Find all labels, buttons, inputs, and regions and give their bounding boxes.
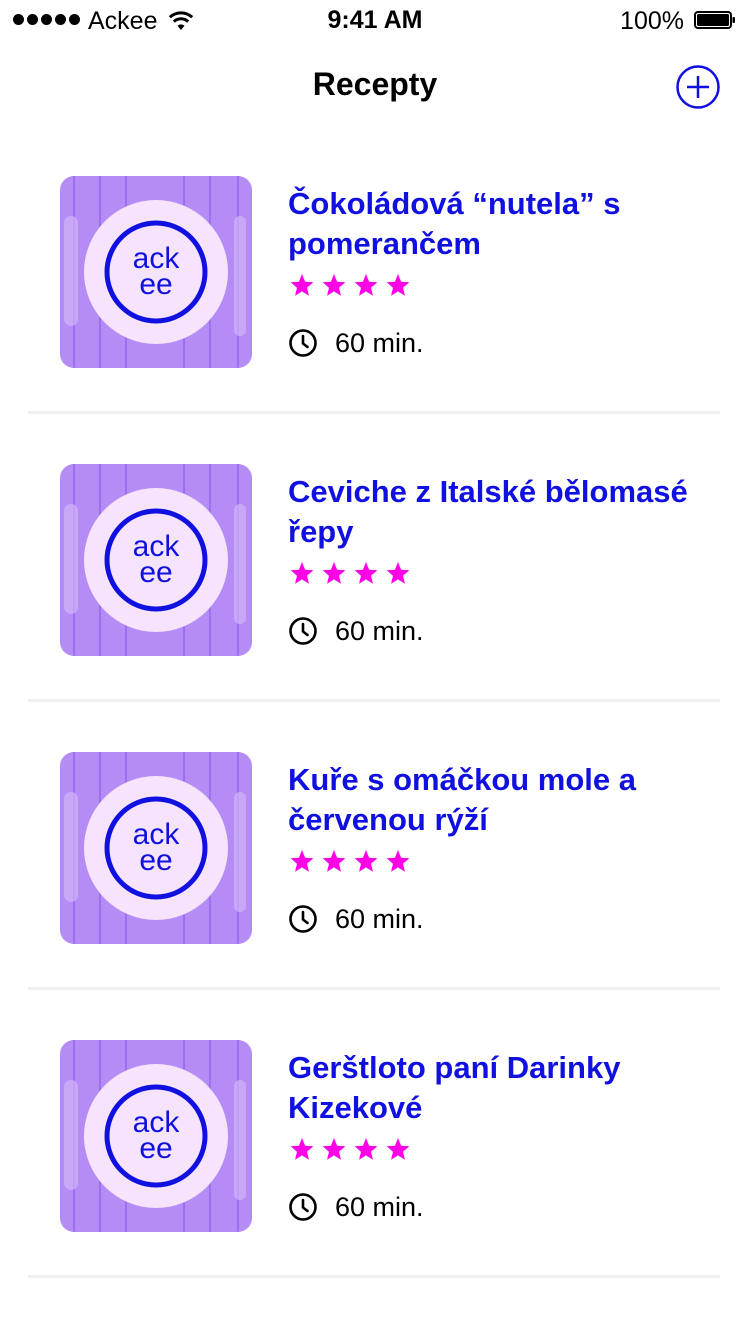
star-icon	[322, 562, 346, 584]
star-icon	[290, 274, 314, 296]
svg-text:ee: ee	[139, 844, 172, 877]
recipe-rating	[290, 273, 410, 297]
star-icon	[322, 1138, 346, 1160]
star-icon	[354, 1138, 378, 1160]
row-divider	[28, 987, 720, 990]
clock-icon	[289, 1193, 317, 1221]
recipe-duration: 60 min.	[288, 615, 424, 647]
star-icon	[386, 274, 410, 296]
recipe-row[interactable]: ack ee Kuře s omáčkou mole a červenou rý…	[0, 752, 750, 1040]
add-recipe-button[interactable]	[676, 65, 720, 109]
recipe-row[interactable]: ack ee Čokoládová “nutela” s pomerančem …	[0, 176, 750, 464]
recipe-thumbnail: ack ee	[60, 1040, 252, 1232]
star-icon	[290, 1138, 314, 1160]
star-icon	[290, 562, 314, 584]
recipe-title[interactable]: Gerštloto paní Darinky Kizekové	[288, 1048, 708, 1128]
star-icon	[322, 274, 346, 296]
duration-text: 60 min.	[335, 904, 424, 934]
status-bar: Ackee 9:41 AM 100%	[0, 0, 750, 40]
recipe-duration: 60 min.	[288, 1191, 424, 1223]
recipe-row[interactable]: ack ee Ceviche z Italské bělomasé řepy 6…	[0, 464, 750, 752]
clock-icon	[289, 329, 317, 357]
recipe-duration: 60 min.	[288, 903, 424, 935]
star-icon	[354, 274, 378, 296]
recipe-duration: 60 min.	[288, 327, 424, 359]
recipe-title[interactable]: Ceviche z Italské bělomasé řepy	[288, 472, 708, 552]
battery-icon	[694, 11, 735, 29]
recipe-title[interactable]: Kuře s omáčkou mole a červenou rýží	[288, 760, 708, 840]
clock-icon	[289, 905, 317, 933]
duration-text: 60 min.	[335, 328, 424, 358]
row-divider	[28, 699, 720, 702]
star-icon	[354, 562, 378, 584]
recipe-row[interactable]: ack ee Gerštloto paní Darinky Kizekové 6…	[0, 1040, 750, 1328]
page-title: Recepty	[312, 66, 438, 102]
svg-text:ee: ee	[139, 556, 172, 589]
star-icon	[322, 850, 346, 872]
duration-text: 60 min.	[335, 1192, 424, 1222]
recipe-rating	[290, 849, 410, 873]
duration-text: 60 min.	[335, 616, 424, 646]
recipe-rating	[290, 561, 410, 585]
star-icon	[354, 850, 378, 872]
recipe-thumbnail: ack ee	[60, 464, 252, 656]
svg-text:ee: ee	[139, 268, 172, 301]
svg-text:ee: ee	[139, 1132, 172, 1165]
clock-icon	[289, 617, 317, 645]
battery-percentage: 100%	[620, 7, 684, 35]
star-icon	[386, 1138, 410, 1160]
recipe-rating	[290, 1137, 410, 1161]
row-divider	[28, 1275, 720, 1278]
recipe-thumbnail: ack ee	[60, 176, 252, 368]
star-icon	[386, 562, 410, 584]
recipe-title[interactable]: Čokoládová “nutela” s pomerančem	[288, 184, 708, 264]
recipe-list: ack ee Čokoládová “nutela” s pomerančem …	[0, 176, 750, 1328]
star-icon	[386, 850, 410, 872]
star-icon	[290, 850, 314, 872]
navigation-bar: Recepty	[0, 40, 750, 128]
recipe-thumbnail: ack ee	[60, 752, 252, 944]
row-divider	[28, 411, 720, 414]
